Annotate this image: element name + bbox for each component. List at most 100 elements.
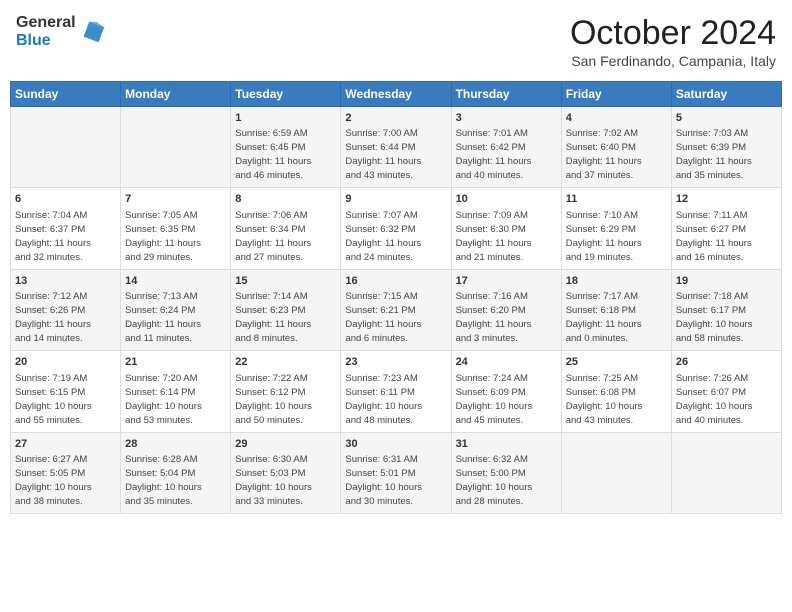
calendar-cell: 5 Sunrise: 7:03 AM Sunset: 6:39 PM Daylig… [671, 107, 781, 188]
day-number: 28 [125, 437, 226, 452]
day-number: 24 [456, 355, 557, 370]
day-info: Sunrise: 7:07 AM Sunset: 6:32 PM Dayligh… [345, 210, 421, 263]
day-number: 31 [456, 437, 557, 452]
day-number: 18 [566, 274, 667, 289]
day-info: Sunrise: 7:26 AM Sunset: 6:07 PM Dayligh… [676, 373, 753, 426]
day-info: Sunrise: 7:19 AM Sunset: 6:15 PM Dayligh… [15, 373, 92, 426]
calendar-cell: 17 Sunrise: 7:16 AM Sunset: 6:20 PM Dayli… [451, 269, 561, 350]
day-number: 15 [235, 274, 336, 289]
logo: General Blue [16, 14, 106, 49]
day-info: Sunrise: 7:12 AM Sunset: 6:26 PM Dayligh… [15, 291, 91, 344]
day-info: Sunrise: 7:04 AM Sunset: 6:37 PM Dayligh… [15, 210, 91, 263]
header-thursday: Thursday [451, 82, 561, 107]
day-number: 5 [676, 111, 777, 126]
day-info: Sunrise: 7:13 AM Sunset: 6:24 PM Dayligh… [125, 291, 201, 344]
day-info: Sunrise: 6:32 AM Sunset: 5:00 PM Dayligh… [456, 454, 533, 507]
calendar-cell: 18Sunrise: 7:17 AM Sunset: 6:18 PM Dayli… [561, 269, 671, 350]
header-sunday: Sunday [11, 82, 121, 107]
day-number: 1 [235, 111, 336, 126]
logo-icon [78, 18, 106, 46]
calendar-cell: 7 Sunrise: 7:05 AM Sunset: 6:35 PM Daylig… [121, 188, 231, 269]
calendar-cell: 8 Sunrise: 7:06 AM Sunset: 6:34 PM Daylig… [231, 188, 341, 269]
calendar-cell: 25Sunrise: 7:25 AM Sunset: 6:08 PM Dayli… [561, 351, 671, 432]
day-number: 11 [566, 192, 667, 207]
calendar-cell: 30Sunrise: 6:31 AM Sunset: 5:01 PM Dayli… [341, 432, 451, 513]
calendar-week-row: 13 Sunrise: 7:12 AM Sunset: 6:26 PM Dayli… [11, 269, 782, 350]
day-number: 10 [456, 192, 557, 207]
calendar-cell: 29 Sunrise: 6:30 AM Sunset: 5:03 PM Dayli… [231, 432, 341, 513]
calendar-week-row: 6 Sunrise: 7:04 AM Sunset: 6:37 PM Daylig… [11, 188, 782, 269]
day-number: 17 [456, 274, 557, 289]
header-tuesday: Tuesday [231, 82, 341, 107]
day-info: Sunrise: 7:14 AM Sunset: 6:23 PM Dayligh… [235, 291, 311, 344]
logo-general-text: General [16, 14, 76, 32]
day-number: 16 [345, 274, 446, 289]
day-number: 23 [345, 355, 446, 370]
calendar-cell [11, 107, 121, 188]
location: San Ferdinando, Campania, Italy [570, 53, 776, 69]
calendar-cell: 13 Sunrise: 7:12 AM Sunset: 6:26 PM Dayli… [11, 269, 121, 350]
day-info: Sunrise: 7:03 AM Sunset: 6:39 PM Dayligh… [676, 128, 752, 181]
calendar-header-row: SundayMondayTuesdayWednesdayThursdayFrid… [11, 82, 782, 107]
day-info: Sunrise: 6:30 AM Sunset: 5:03 PM Dayligh… [235, 454, 312, 507]
calendar-week-row: 27 Sunrise: 6:27 AM Sunset: 5:05 PM Dayli… [11, 432, 782, 513]
day-info: Sunrise: 7:15 AM Sunset: 6:21 PM Dayligh… [345, 291, 421, 344]
day-info: Sunrise: 6:59 AM Sunset: 6:45 PM Dayligh… [235, 128, 311, 181]
day-number: 19 [676, 274, 777, 289]
day-number: 22 [235, 355, 336, 370]
calendar-week-row: 20Sunrise: 7:19 AM Sunset: 6:15 PM Dayli… [11, 351, 782, 432]
calendar-cell: 3 Sunrise: 7:01 AM Sunset: 6:42 PM Daylig… [451, 107, 561, 188]
calendar-cell: 6 Sunrise: 7:04 AM Sunset: 6:37 PM Daylig… [11, 188, 121, 269]
calendar-cell: 20Sunrise: 7:19 AM Sunset: 6:15 PM Dayli… [11, 351, 121, 432]
day-info: Sunrise: 7:01 AM Sunset: 6:42 PM Dayligh… [456, 128, 532, 181]
calendar-cell: 16 Sunrise: 7:15 AM Sunset: 6:21 PM Dayli… [341, 269, 451, 350]
calendar-cell [561, 432, 671, 513]
day-number: 21 [125, 355, 226, 370]
calendar-cell: 11 Sunrise: 7:10 AM Sunset: 6:29 PM Dayli… [561, 188, 671, 269]
calendar-cell: 2Sunrise: 7:00 AM Sunset: 6:44 PM Daylig… [341, 107, 451, 188]
day-number: 8 [235, 192, 336, 207]
day-info: Sunrise: 7:16 AM Sunset: 6:20 PM Dayligh… [456, 291, 532, 344]
day-number: 3 [456, 111, 557, 126]
calendar-cell: 21 Sunrise: 7:20 AM Sunset: 6:14 PM Dayli… [121, 351, 231, 432]
day-number: 26 [676, 355, 777, 370]
calendar-cell: 24 Sunrise: 7:24 AM Sunset: 6:09 PM Dayli… [451, 351, 561, 432]
day-info: Sunrise: 7:10 AM Sunset: 6:29 PM Dayligh… [566, 210, 642, 263]
calendar-cell: 31 Sunrise: 6:32 AM Sunset: 5:00 PM Dayli… [451, 432, 561, 513]
calendar-cell [121, 107, 231, 188]
day-number: 14 [125, 274, 226, 289]
day-number: 12 [676, 192, 777, 207]
day-info: Sunrise: 7:25 AM Sunset: 6:08 PM Dayligh… [566, 373, 643, 426]
day-number: 27 [15, 437, 116, 452]
day-number: 13 [15, 274, 116, 289]
calendar-cell: 26 Sunrise: 7:26 AM Sunset: 6:07 PM Dayli… [671, 351, 781, 432]
day-info: Sunrise: 7:06 AM Sunset: 6:34 PM Dayligh… [235, 210, 311, 263]
calendar-cell: 22 Sunrise: 7:22 AM Sunset: 6:12 PM Dayli… [231, 351, 341, 432]
calendar-cell: 12 Sunrise: 7:11 AM Sunset: 6:27 PM Dayli… [671, 188, 781, 269]
day-number: 4 [566, 111, 667, 126]
header-friday: Friday [561, 82, 671, 107]
day-number: 6 [15, 192, 116, 207]
header-saturday: Saturday [671, 82, 781, 107]
calendar-week-row: 1 Sunrise: 6:59 AM Sunset: 6:45 PM Daylig… [11, 107, 782, 188]
day-info: Sunrise: 7:22 AM Sunset: 6:12 PM Dayligh… [235, 373, 312, 426]
day-info: Sunrise: 7:18 AM Sunset: 6:17 PM Dayligh… [676, 291, 753, 344]
day-number: 30 [345, 437, 446, 452]
header-monday: Monday [121, 82, 231, 107]
day-number: 7 [125, 192, 226, 207]
day-info: Sunrise: 7:23 AM Sunset: 6:11 PM Dayligh… [345, 373, 422, 426]
day-info: Sunrise: 7:11 AM Sunset: 6:27 PM Dayligh… [676, 210, 752, 263]
day-info: Sunrise: 6:27 AM Sunset: 5:05 PM Dayligh… [15, 454, 92, 507]
calendar-cell: 19 Sunrise: 7:18 AM Sunset: 6:17 PM Dayli… [671, 269, 781, 350]
day-info: Sunrise: 7:24 AM Sunset: 6:09 PM Dayligh… [456, 373, 533, 426]
calendar-cell: 14 Sunrise: 7:13 AM Sunset: 6:24 PM Dayli… [121, 269, 231, 350]
title-section: October 2024 San Ferdinando, Campania, I… [570, 14, 776, 69]
calendar-cell: 28Sunrise: 6:28 AM Sunset: 5:04 PM Dayli… [121, 432, 231, 513]
day-info: Sunrise: 7:05 AM Sunset: 6:35 PM Dayligh… [125, 210, 201, 263]
day-info: Sunrise: 7:20 AM Sunset: 6:14 PM Dayligh… [125, 373, 202, 426]
day-number: 29 [235, 437, 336, 452]
logo-blue-text: Blue [16, 32, 76, 50]
day-info: Sunrise: 7:02 AM Sunset: 6:40 PM Dayligh… [566, 128, 642, 181]
month-title: October 2024 [570, 14, 776, 53]
day-info: Sunrise: 7:09 AM Sunset: 6:30 PM Dayligh… [456, 210, 532, 263]
